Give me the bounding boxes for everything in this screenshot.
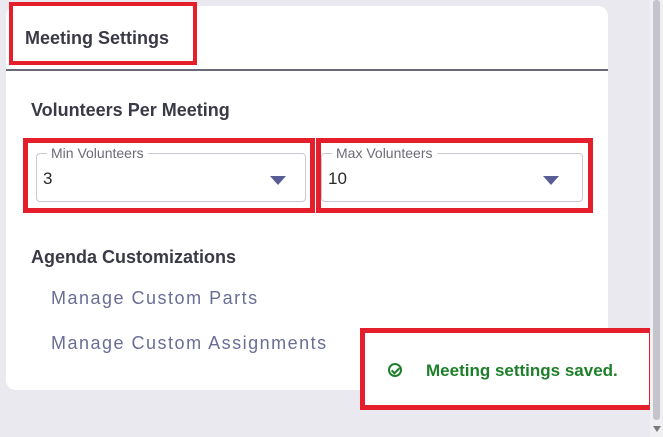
max-volunteers-select[interactable]: Max Volunteers 10 (321, 145, 583, 202)
volunteers-section-title: Volunteers Per Meeting (31, 100, 230, 120)
chevron-down-icon[interactable] (270, 176, 286, 185)
success-toast: Meeting settings saved. (360, 328, 654, 410)
scrollbar-thumb[interactable] (653, 0, 660, 420)
manage-custom-parts-link[interactable]: Manage Custom Parts (51, 288, 259, 309)
min-volunteers-value: 3 (43, 169, 53, 188)
min-volunteers-select[interactable]: Min Volunteers 3 (36, 145, 306, 202)
min-volunteers-label: Min Volunteers (47, 145, 148, 161)
scroll-down-icon[interactable] (653, 426, 661, 432)
max-volunteers-value: 10 (328, 169, 347, 188)
title-highlight (9, 2, 197, 65)
check-circle-icon (388, 363, 402, 377)
agenda-section-title: Agenda Customizations (31, 247, 237, 267)
max-volunteers-label: Max Volunteers (332, 145, 437, 161)
vertical-scrollbar[interactable] (650, 0, 663, 437)
chevron-down-icon[interactable] (543, 176, 559, 185)
manage-custom-assignments-link[interactable]: Manage Custom Assignments (51, 333, 328, 354)
toast-message: Meeting settings saved. (426, 361, 618, 380)
